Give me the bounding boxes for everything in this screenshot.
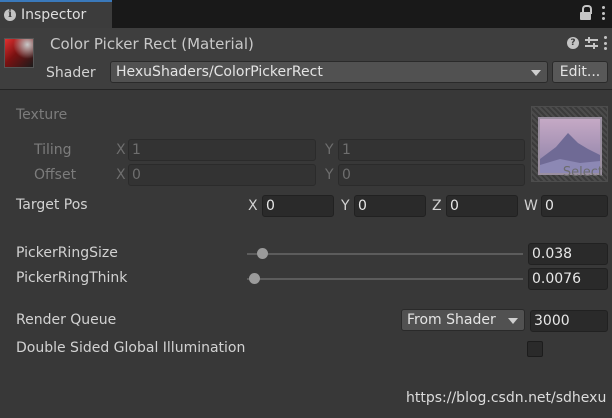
picker-ring-size-slider-track[interactable] (247, 253, 523, 255)
offset-label: Offset (34, 167, 77, 183)
tiling-label: Tiling (34, 142, 72, 158)
render-queue-dropdown[interactable]: From Shader (401, 309, 525, 331)
picker-ring-size-label: PickerRingSize (16, 245, 118, 261)
picker-ring-think-slider-thumb[interactable] (249, 273, 260, 284)
edit-shader-button[interactable]: Edit... (552, 61, 608, 83)
material-title: Color Picker Rect (Material) (50, 35, 254, 53)
tab-label: Inspector (21, 7, 87, 23)
render-queue-field[interactable]: 3000 (530, 310, 608, 332)
material-header: Color Picker Rect (Material) ? Shader He… (0, 28, 612, 90)
target-pos-x-field[interactable]: 0 (262, 195, 334, 217)
tiling-y-label: Y (325, 142, 334, 158)
chevron-down-icon (508, 318, 518, 324)
target-pos-z-label: Z (432, 198, 442, 214)
double-sided-gi-label: Double Sided Global Illumination (16, 340, 246, 356)
tiling-x-label: X (116, 142, 126, 158)
tab-inspector[interactable]: i Inspector (0, 0, 112, 28)
picker-ring-think-slider-track[interactable] (247, 278, 523, 280)
watermark-text: https://blog.csdn.net/sdhexu (406, 390, 607, 406)
offset-x-field[interactable]: 0 (128, 164, 316, 186)
texture-select-label[interactable]: Select (563, 165, 603, 180)
picker-ring-size-slider-thumb[interactable] (257, 248, 269, 259)
target-pos-y-field[interactable]: 0 (354, 195, 426, 217)
chevron-down-icon (531, 70, 541, 76)
tiling-y-field[interactable]: 1 (338, 139, 525, 161)
target-pos-w-label: W (524, 198, 538, 214)
shader-dropdown-value: HexuShaders/ColorPickerRect (116, 64, 323, 80)
offset-x-label: X (116, 167, 126, 183)
tiling-x-field[interactable]: 1 (128, 139, 316, 161)
tab-bar: i Inspector (0, 0, 612, 28)
texture-slot[interactable]: Select (531, 106, 608, 182)
target-pos-x-label: X (248, 198, 258, 214)
shader-dropdown[interactable]: HexuShaders/ColorPickerRect (110, 61, 548, 83)
kebab-menu-icon[interactable] (602, 6, 606, 20)
picker-ring-think-label: PickerRingThink (16, 270, 128, 286)
shader-label: Shader (46, 65, 96, 81)
tab-tools (580, 5, 606, 21)
picker-ring-size-field[interactable]: 0.038 (528, 243, 608, 265)
offset-y-label: Y (325, 167, 334, 183)
presets-icon[interactable] (585, 37, 598, 49)
material-preview-icon (4, 38, 34, 68)
target-pos-w-field[interactable]: 0 (541, 195, 608, 217)
double-sided-gi-checkbox[interactable] (527, 341, 543, 357)
target-pos-z-field[interactable]: 0 (446, 195, 518, 217)
texture-label: Texture (16, 107, 68, 123)
help-icon[interactable]: ? (567, 37, 579, 49)
render-queue-mode: From Shader (407, 312, 496, 328)
target-pos-y-label: Y (341, 198, 350, 214)
offset-y-field[interactable]: 0 (338, 164, 525, 186)
lock-icon[interactable] (580, 5, 592, 21)
info-icon: i (4, 9, 16, 21)
picker-ring-think-field[interactable]: 0.0076 (528, 268, 608, 290)
header-icons: ? (567, 36, 608, 50)
kebab-menu-icon[interactable] (604, 36, 608, 50)
target-pos-label: Target Pos (16, 197, 88, 213)
render-queue-label: Render Queue (16, 312, 117, 328)
